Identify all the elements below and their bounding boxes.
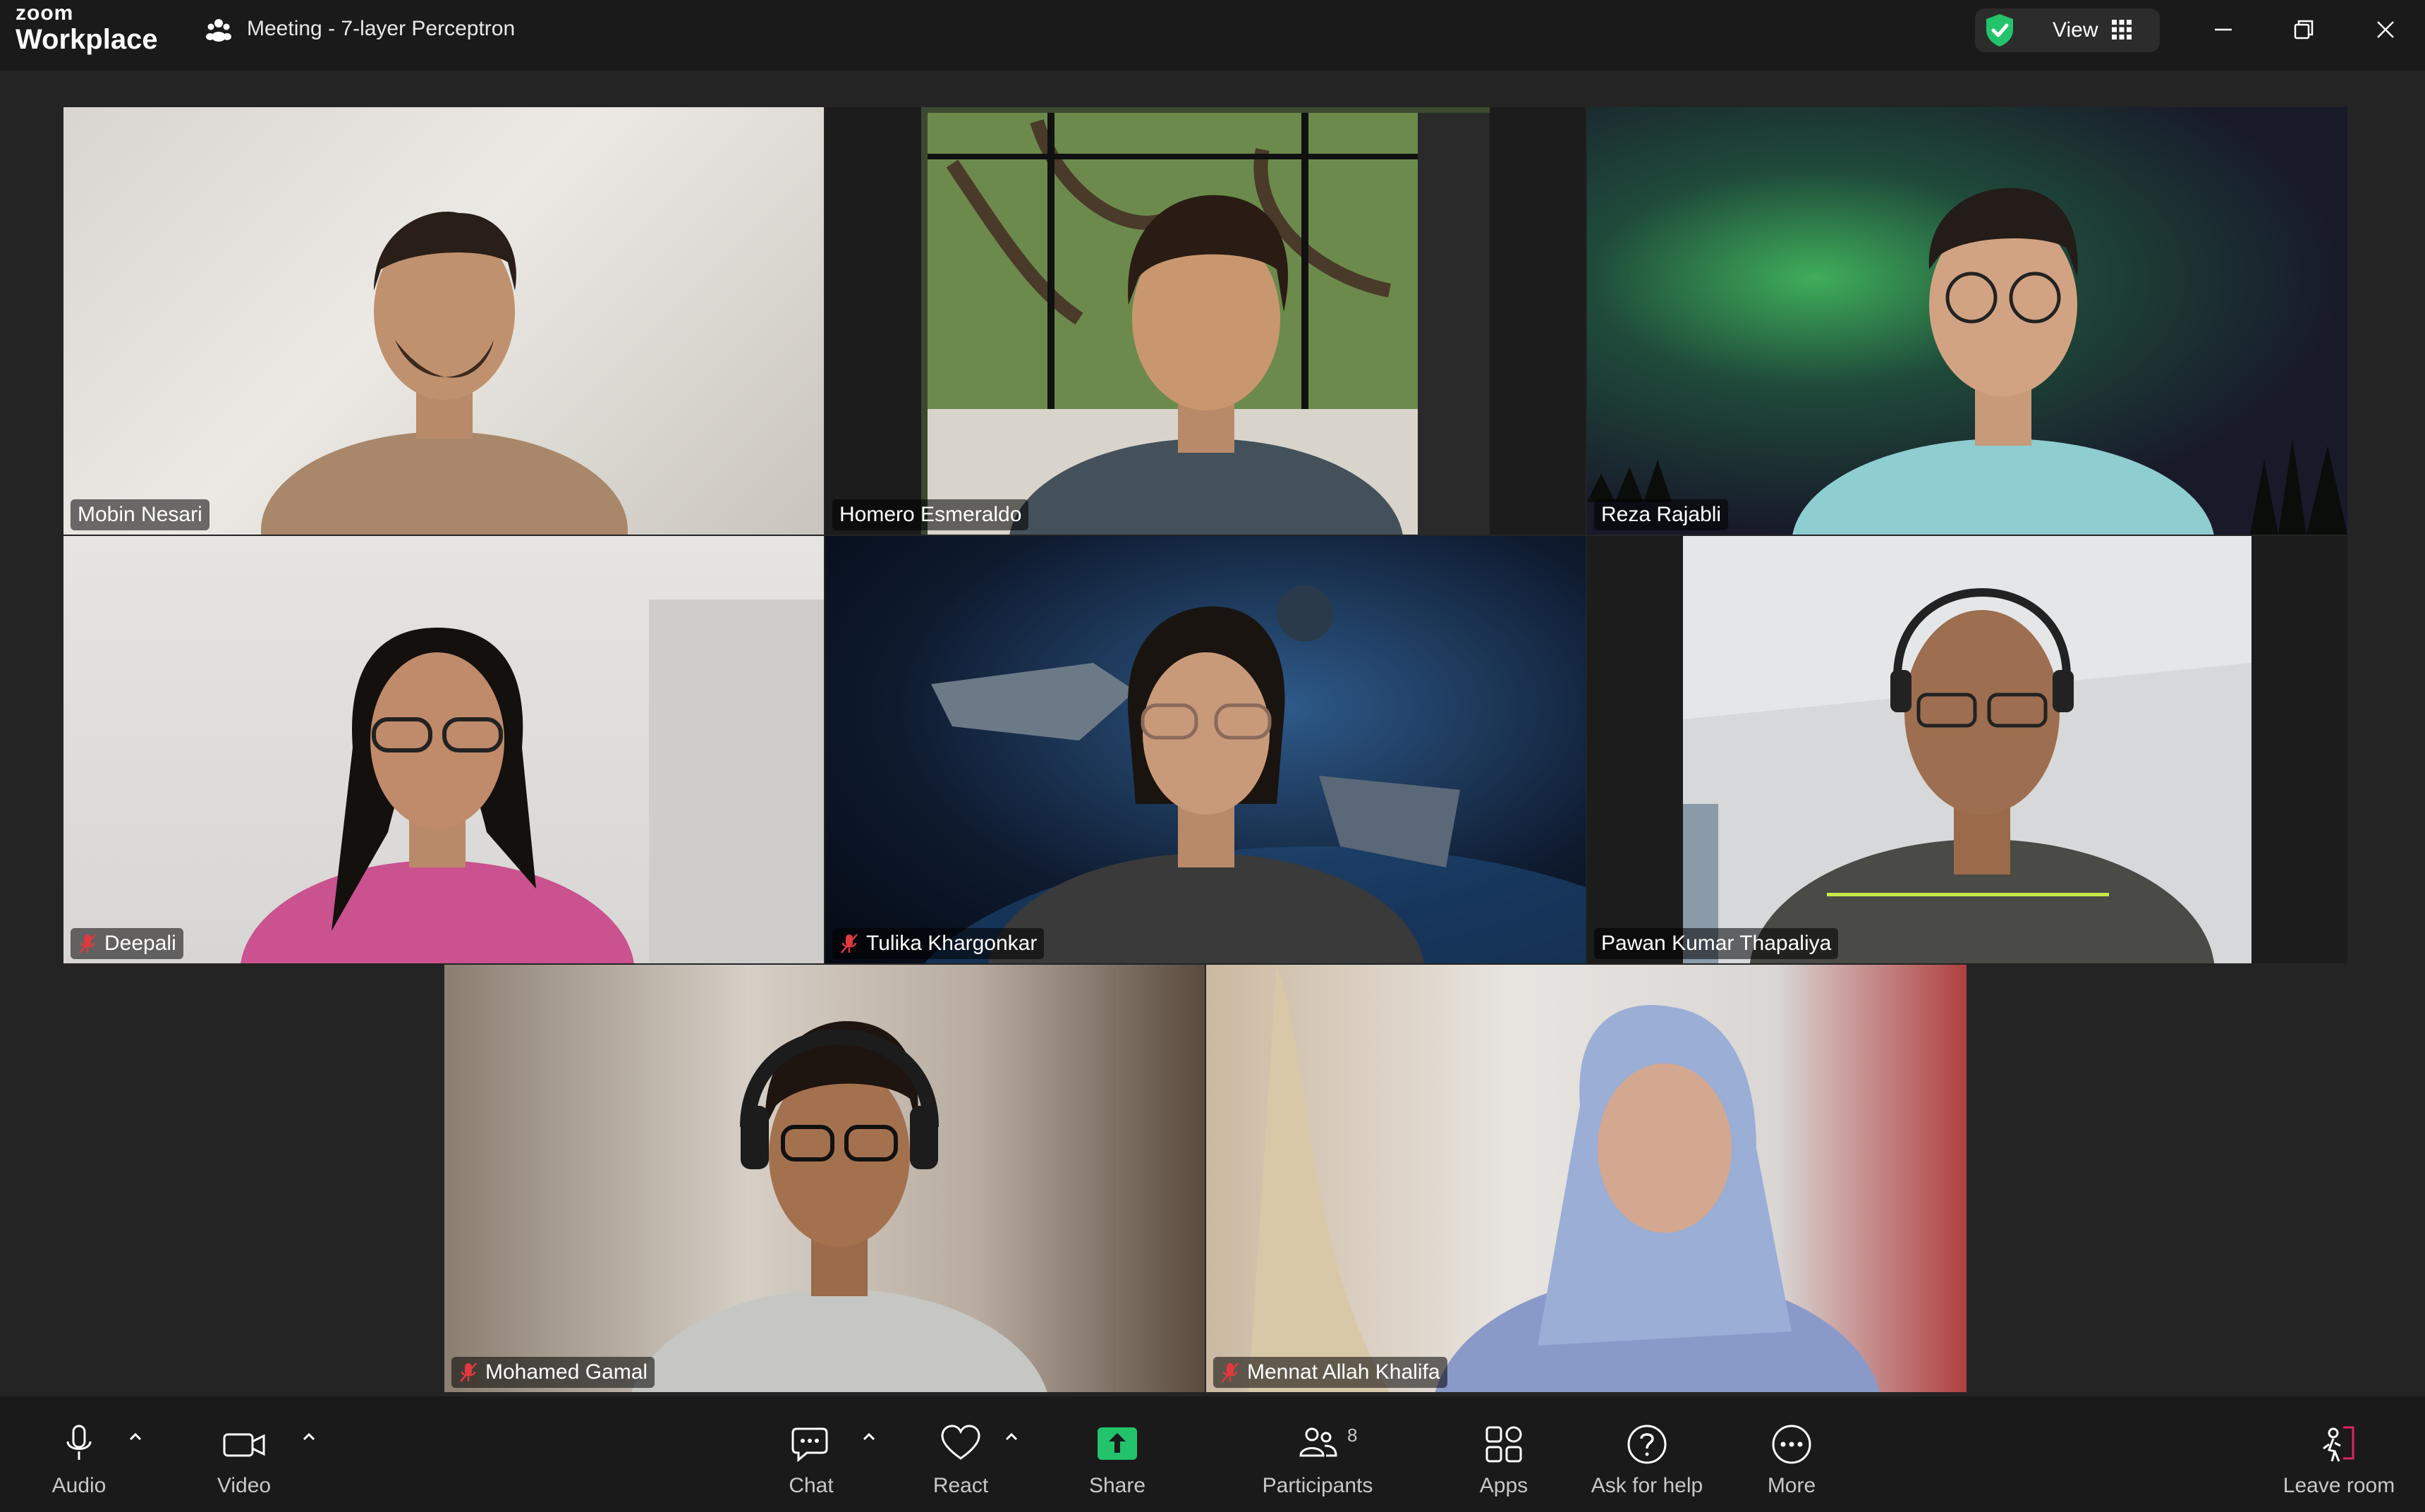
participant-nametag: Deepali [71, 928, 183, 959]
participant-name: Pawan Kumar Thapaliya [1601, 932, 1832, 955]
video-tile-mohamed-gamal[interactable]: Mohamed Gamal [444, 965, 1205, 1392]
share-label: Share [1088, 1474, 1146, 1497]
participants-count: 8 [1347, 1425, 1358, 1446]
close-icon[interactable] [2371, 16, 2400, 44]
audio-level-indicator [1827, 893, 2109, 896]
video-label: Video [217, 1474, 272, 1497]
restore-icon[interactable] [2290, 16, 2318, 44]
video-tile-mobin-nesari[interactable]: Mobin Nesari [63, 107, 824, 535]
video-tile-homero-esmeraldo[interactable]: Homero Esmeraldo [825, 107, 1586, 535]
logo-line2: Workplace [16, 24, 158, 55]
apps-button[interactable]: Apps [1461, 1396, 1546, 1512]
grid-view-icon[interactable] [2112, 20, 2132, 39]
more-ellipsis-icon [1772, 1425, 1811, 1464]
react-label: React [932, 1474, 989, 1497]
muted-mic-icon [460, 1362, 477, 1382]
participant-name: Reza Rajabli [1601, 503, 1722, 526]
participant-nametag: Pawan Kumar Thapaliya [1594, 928, 1839, 959]
video-tile-mennat-allah-khalifa[interactable]: Mennat Allah Khalifa [1206, 965, 1967, 1392]
chat-icon [791, 1427, 828, 1463]
participants-button[interactable]: Participants [1256, 1396, 1380, 1512]
video-tile-pawan-kumar-thapaliya[interactable]: Pawan Kumar Thapaliya [1587, 536, 2347, 963]
participant-name: Mobin Nesari [78, 503, 202, 526]
participant-name: Tulika Khargonkar [866, 932, 1038, 955]
participant-name: Mennat Allah Khalifa [1247, 1360, 1440, 1384]
participant-nametag: Tulika Khargonkar [832, 928, 1045, 959]
chat-label: Chat [789, 1474, 834, 1497]
participant-nametag: Reza Rajabli [1594, 499, 1729, 530]
participant-video [1587, 188, 2347, 535]
minimize-icon[interactable] [2209, 16, 2237, 44]
apps-label: Apps [1479, 1474, 1528, 1497]
help-question-icon [1627, 1425, 1667, 1464]
leave-room-label: Leave room [2283, 1474, 2395, 1497]
video-tile-deepali[interactable]: Deepali [63, 536, 824, 963]
meeting-participants-icon [206, 19, 231, 42]
share-screen-icon [1098, 1427, 1137, 1460]
video-grid: Mobin Nesari Homero Esmeraldo Reza Rajab… [0, 71, 2425, 1396]
participant-video [921, 107, 1490, 535]
video-tile-reza-rajabli[interactable]: Reza Rajabli [1587, 107, 2347, 535]
muted-mic-icon [841, 934, 858, 953]
muted-mic-icon [1222, 1362, 1239, 1382]
participant-nametag: Homero Esmeraldo [832, 499, 1029, 530]
view-label[interactable]: View [2053, 18, 2098, 42]
participants-icon [1299, 1427, 1337, 1457]
audio-button[interactable]: Audio [35, 1396, 123, 1512]
react-button[interactable]: React [918, 1396, 1003, 1512]
participant-video [261, 212, 628, 535]
react-options-chevron-up-icon[interactable] [1003, 1429, 1020, 1446]
participant-nametag: Mohamed Gamal [451, 1357, 655, 1388]
microphone-icon [66, 1425, 92, 1460]
participant-video [1248, 965, 1880, 1392]
more-label: More [1767, 1474, 1816, 1497]
video-button[interactable]: Video [200, 1396, 288, 1512]
encryption-shield-icon[interactable] [1983, 13, 2016, 48]
audio-label: Audio [51, 1474, 107, 1497]
meeting-toolbar: Audio Video Chat React Share Participant… [0, 1396, 2425, 1512]
zoom-logo: zoom Workplace [16, 3, 158, 54]
logo-line1: zoom [16, 1, 74, 25]
heart-icon [941, 1425, 980, 1460]
participant-video [1683, 536, 2251, 963]
chat-options-chevron-up-icon[interactable] [861, 1429, 877, 1446]
participant-video [241, 599, 824, 963]
participant-nametag: Mobin Nesari [71, 499, 209, 530]
chat-button[interactable]: Chat [769, 1396, 853, 1512]
participant-nametag: Mennat Allah Khalifa [1213, 1357, 1447, 1388]
audio-options-chevron-up-icon[interactable] [127, 1429, 144, 1446]
ask-for-help-label: Ask for help [1591, 1474, 1703, 1497]
video-options-chevron-up-icon[interactable] [300, 1429, 317, 1446]
muted-mic-icon [79, 934, 96, 953]
participant-video [924, 585, 1586, 963]
participant-video [631, 1021, 1047, 1392]
leave-room-button[interactable]: Leave room [2275, 1396, 2402, 1512]
ask-for-help-button[interactable]: Ask for help [1580, 1396, 1714, 1512]
participant-name: Deepali [104, 932, 176, 955]
share-button[interactable]: Share [1075, 1396, 1160, 1512]
more-button[interactable]: More [1749, 1396, 1834, 1512]
participant-name: Homero Esmeraldo [839, 503, 1022, 526]
leave-room-icon [2323, 1426, 2354, 1462]
title-bar: zoom Workplace Meeting - 7-layer Percept… [0, 0, 2425, 71]
video-tile-tulika-khargonkar[interactable]: Tulika Khargonkar [825, 536, 1586, 963]
video-camera-icon [223, 1433, 265, 1457]
meeting-title: Meeting - 7-layer Perceptron [247, 17, 516, 40]
participants-label: Participants [1262, 1474, 1373, 1497]
participant-name: Mohamed Gamal [485, 1360, 648, 1384]
apps-icon [1485, 1426, 1522, 1463]
